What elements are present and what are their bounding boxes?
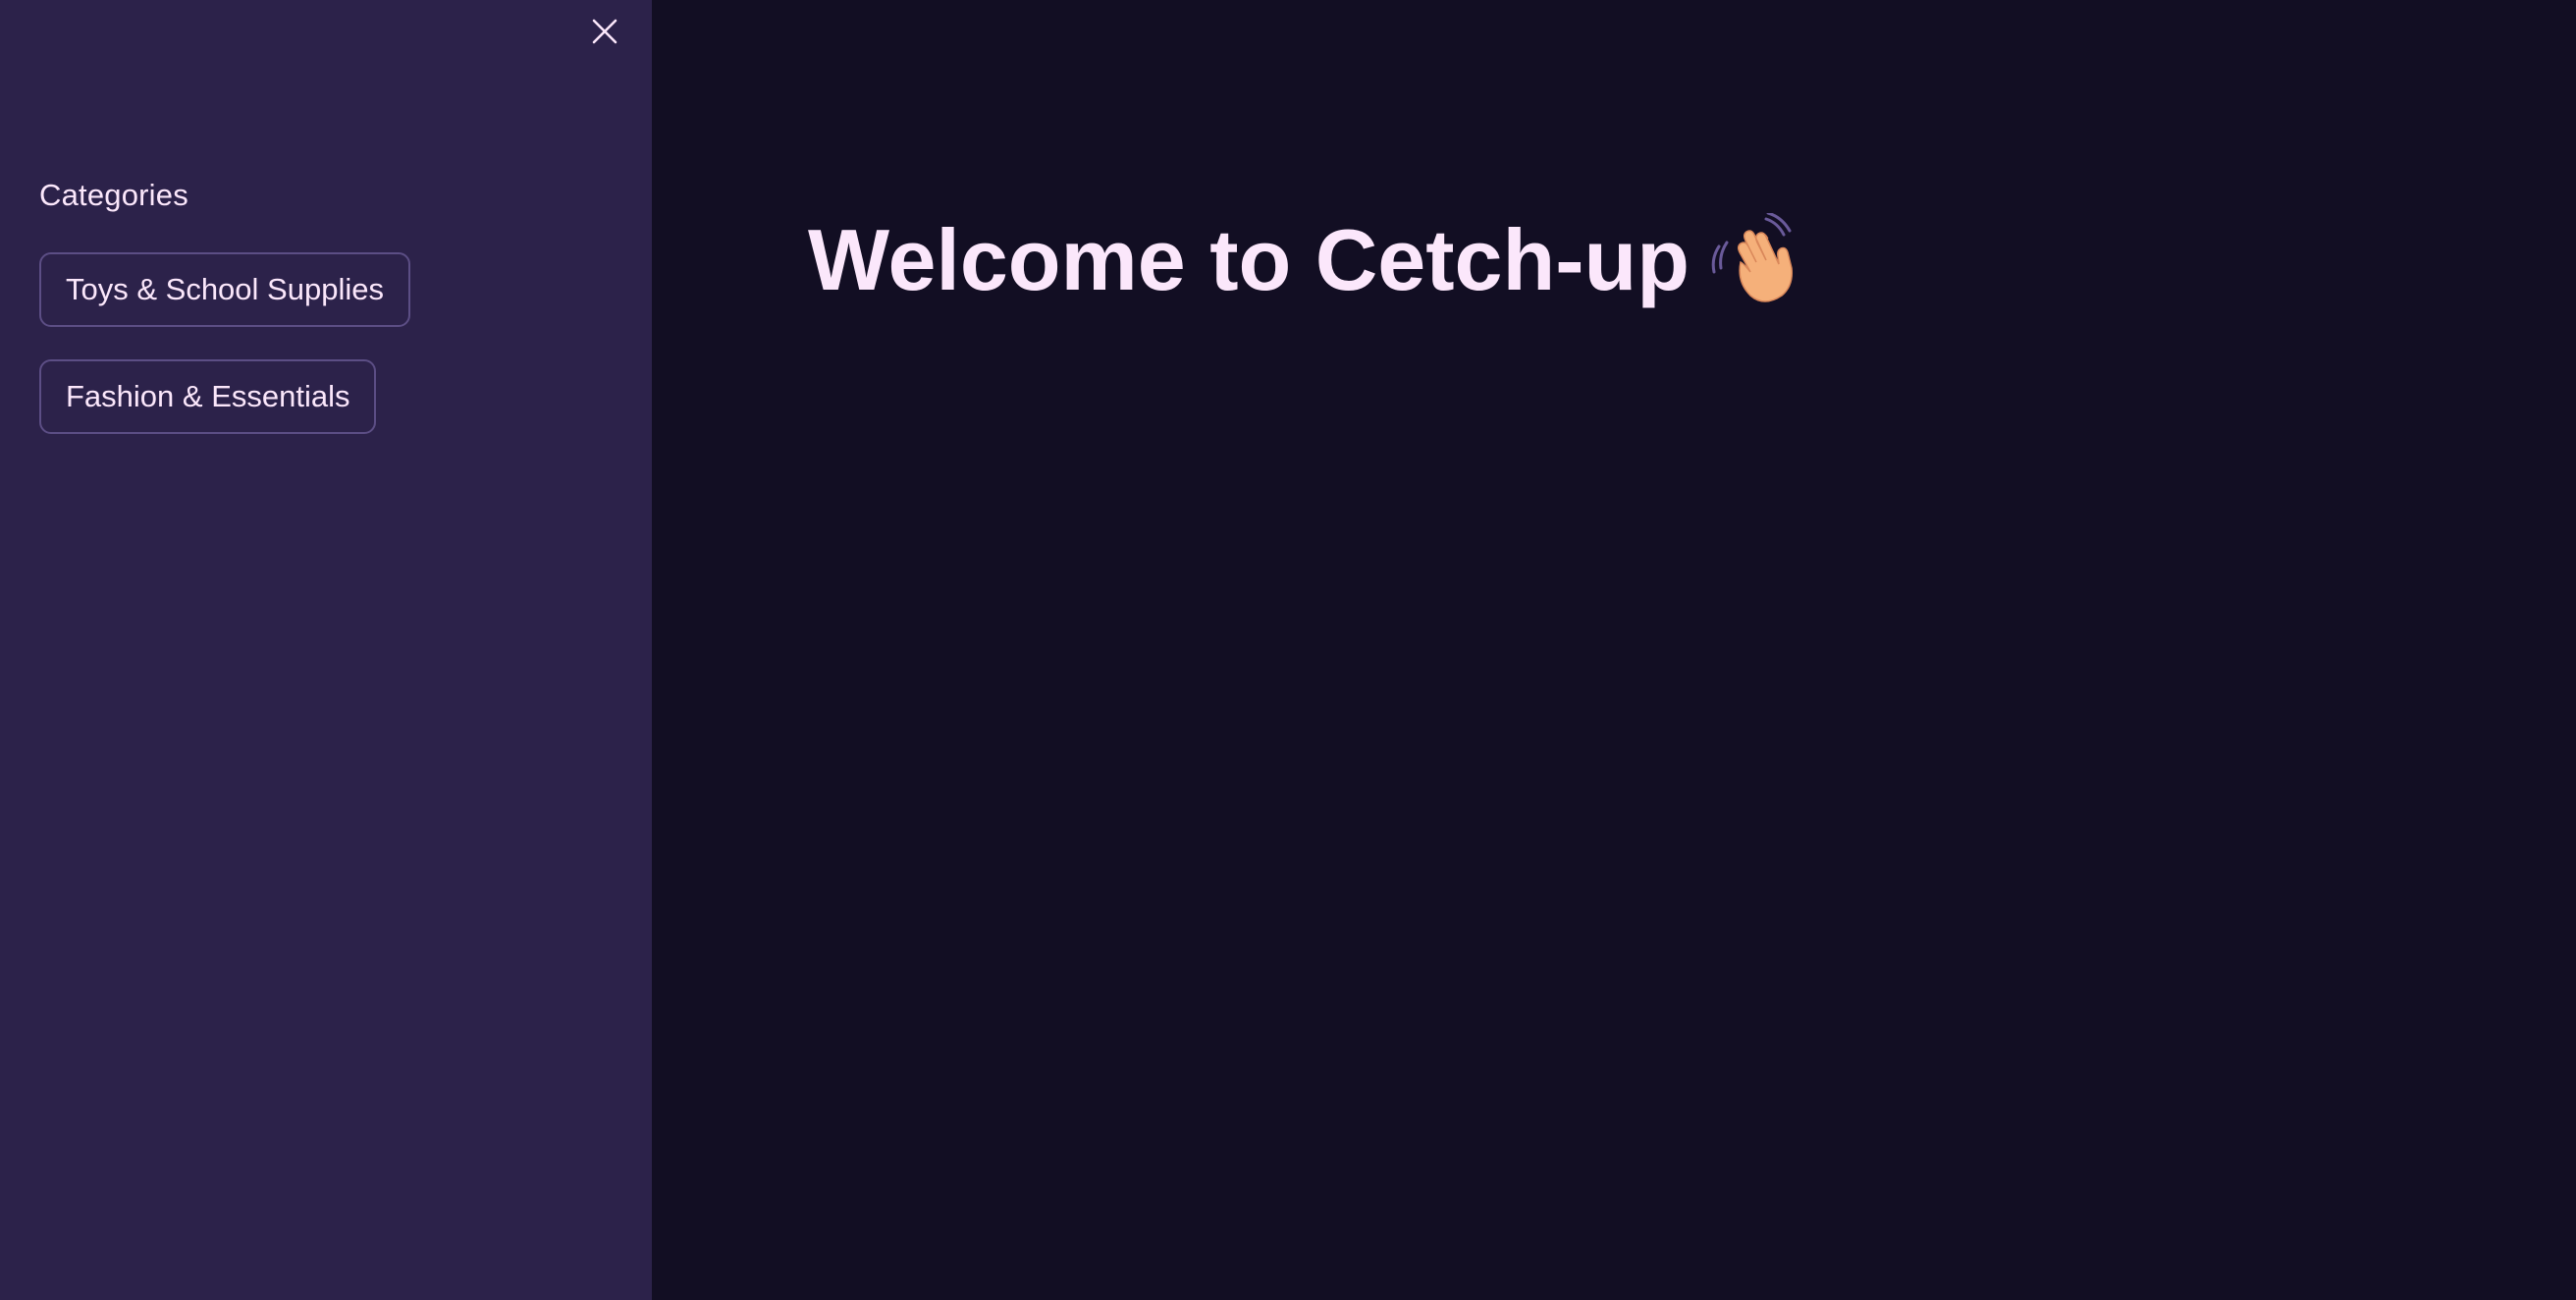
page-title: Welcome to Cetch-up [808,201,1801,319]
page-title-text: Welcome to Cetch-up [808,211,1690,308]
category-button-fashion-essentials[interactable]: Fashion & Essentials [39,359,377,434]
app-window: Categories Toys & School Supplies Fashio… [0,0,2576,1300]
sidebar-heading: Categories [39,178,188,212]
main-content: Welcome to Cetch-up [652,0,2576,1300]
waving-hand-icon [1707,213,1801,307]
close-sidebar-button[interactable] [585,12,624,51]
category-button-toys-school-supplies[interactable]: Toys & School Supplies [39,252,410,327]
sidebar: Categories Toys & School Supplies Fashio… [0,0,652,1300]
close-icon [592,19,617,44]
